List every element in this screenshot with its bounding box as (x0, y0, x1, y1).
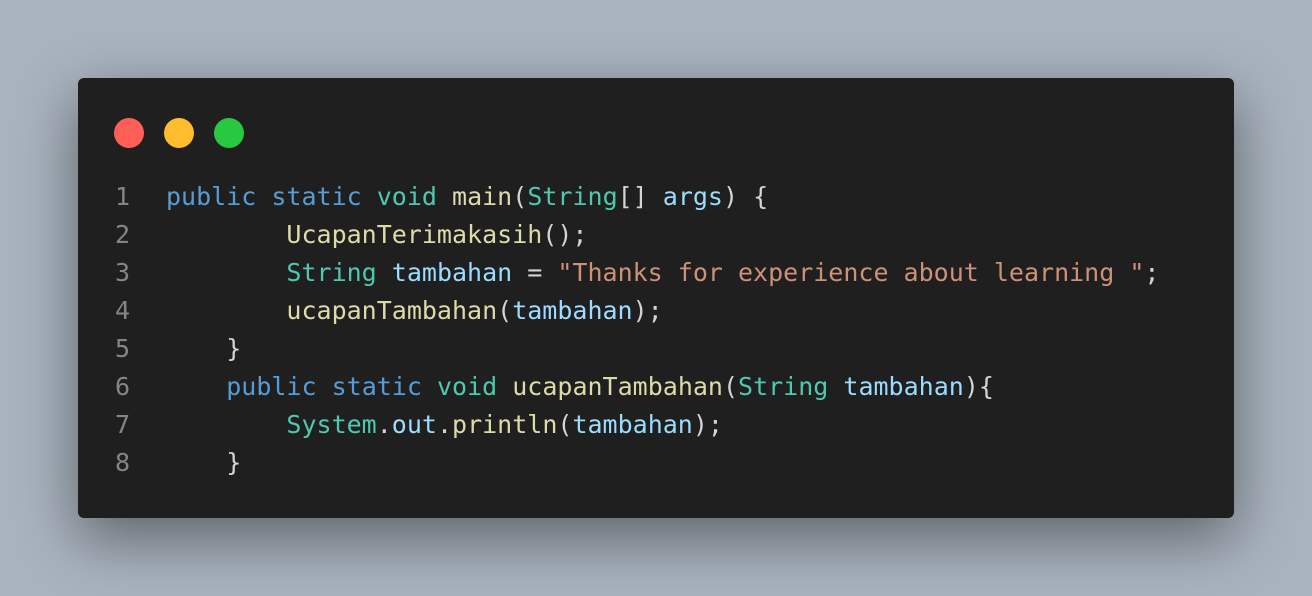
line-number: 1 (114, 182, 130, 211)
minimize-dot-icon[interactable] (164, 118, 194, 148)
code-token: ( (497, 296, 513, 325)
code-text: UcapanTerimakasih(); (166, 216, 587, 254)
code-token: System (286, 410, 377, 439)
code-token: void (436, 372, 498, 401)
code-token: String (286, 258, 377, 287)
code-token: ( (557, 410, 573, 439)
code-token: String (527, 182, 618, 211)
code-token: tambahan (391, 258, 513, 287)
line-number: 8 (114, 448, 130, 477)
code-token: ); (692, 410, 723, 439)
code-line: 7 System.out.println(tambahan); (78, 406, 1234, 444)
code-token: main (452, 182, 513, 211)
code-token: public (226, 372, 317, 401)
line-number: 4 (114, 296, 130, 325)
code-line: 2 UcapanTerimakasih(); (78, 216, 1234, 254)
code-token: [] (617, 182, 663, 211)
code-token: public (166, 182, 257, 211)
line-number: 7 (114, 410, 130, 439)
code-text: ucapanTambahan(tambahan); (166, 292, 663, 330)
line-number: 6 (114, 372, 130, 401)
code-token: ); (632, 296, 663, 325)
code-token: } (166, 334, 242, 363)
code-token: tambahan (512, 296, 633, 325)
code-text: public static void ucapanTambahan(String… (166, 368, 994, 406)
code-line: 4 ucapanTambahan(tambahan); (78, 292, 1234, 330)
code-token: . (436, 410, 453, 439)
code-token: static (271, 182, 362, 211)
code-text: } (166, 444, 241, 482)
code-window: 1 public static void main(String[] args) … (78, 78, 1234, 518)
code-text: System.out.println(tambahan); (166, 406, 723, 444)
line-number: 2 (114, 220, 130, 249)
code-text: String tambahan = "Thanks for experience… (166, 254, 1159, 292)
line-number: 3 (114, 258, 130, 287)
code-token: ucapanTambahan (512, 372, 723, 401)
code-line: 1 public static void main(String[] args) … (78, 178, 1234, 216)
code-token: ; (1144, 258, 1160, 287)
code-text: } (166, 330, 241, 368)
code-block: 1 public static void main(String[] args) … (78, 178, 1234, 482)
code-token: out (391, 410, 437, 439)
code-token: String (738, 372, 829, 401)
code-line: 8 } (78, 444, 1234, 482)
code-token: (); (542, 220, 588, 249)
code-line: 6 public static void ucapanTambahan(Stri… (78, 368, 1234, 406)
close-dot-icon[interactable] (114, 118, 144, 148)
code-token: UcapanTerimakasih (286, 220, 543, 249)
code-token: ( (722, 372, 739, 401)
code-token: void (376, 182, 437, 211)
code-line: 5 } (78, 330, 1234, 368)
code-token: . (376, 410, 392, 439)
code-token: } (166, 448, 242, 477)
code-token: static (331, 372, 422, 401)
maximize-dot-icon[interactable] (214, 118, 244, 148)
line-number: 5 (114, 334, 130, 363)
code-text: public static void main(String[] args) { (166, 178, 768, 216)
code-token: ) { (723, 182, 769, 211)
code-token: ){ (963, 372, 994, 401)
code-token: ucapanTambahan (286, 296, 498, 325)
code-token: tambahan (572, 410, 693, 439)
code-token: args (662, 182, 723, 211)
code-token: = (512, 258, 558, 287)
code-token: "Thanks for experience about learning " (557, 258, 1145, 287)
code-line: 3 String tambahan = "Thanks for experien… (78, 254, 1234, 292)
code-token: ( (512, 182, 528, 211)
code-token: println (452, 410, 558, 439)
code-token: tambahan (843, 372, 964, 401)
